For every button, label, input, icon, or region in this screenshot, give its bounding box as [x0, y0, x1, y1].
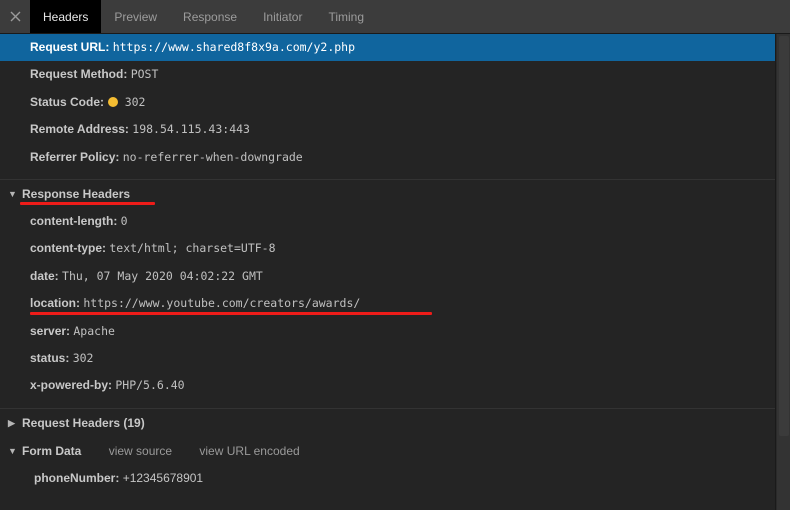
row-request-url-key: Request URL: — [30, 40, 110, 54]
row-status-code-value: 302 — [124, 94, 146, 109]
form-data-links: view source view URL encoded — [109, 437, 324, 465]
tab-initiator-label: Initiator — [263, 9, 303, 24]
response-headers-list: content-length: 0 content-type: text/htm… — [0, 208, 775, 400]
row-status[interactable]: status: 302 — [0, 345, 775, 372]
annotation-underline-response-headers — [20, 201, 155, 205]
row-location-value: https://www.youtube.com/creators/awards/ — [83, 296, 361, 311]
status-warning-dot-icon — [108, 96, 119, 107]
section-form-data[interactable]: ▼ Form Data view source view URL encoded — [0, 437, 775, 465]
row-status-code[interactable]: Status Code: 302 — [0, 89, 775, 116]
row-referrer-policy-key: Referrer Policy: — [30, 149, 120, 164]
tab-response[interactable]: Response — [170, 0, 250, 33]
row-x-powered-by-key: x-powered-by: — [30, 378, 113, 393]
view-source-link[interactable]: view source — [109, 444, 172, 458]
row-location-key: location: — [30, 296, 80, 311]
tab-timing-label: Timing — [328, 9, 365, 24]
tab-timing[interactable]: Timing — [315, 0, 377, 33]
row-server-key: server: — [30, 323, 71, 338]
row-remote-address[interactable]: Remote Address: 198.54.115.43:443 — [0, 116, 775, 143]
row-referrer-policy[interactable]: Referrer Policy: no-referrer-when-downgr… — [0, 144, 775, 171]
request-detail-tabbar: Headers Preview Response Initiator Timin… — [0, 0, 790, 34]
chevron-down-icon: ▼ — [8, 188, 17, 199]
row-server-value: Apache — [73, 323, 115, 338]
row-content-length-key: content-length: — [30, 213, 118, 228]
row-phone-number[interactable]: phoneNumber: +12345678901 — [0, 465, 775, 492]
row-request-method-key: Request Method: — [30, 67, 128, 82]
row-location[interactable]: location: https://www.youtube.com/creato… — [0, 290, 775, 317]
row-request-method[interactable]: Request Method: POST — [0, 61, 775, 88]
row-phone-number-key: phoneNumber: — [34, 470, 120, 485]
row-request-url[interactable]: Request URL: https://www.shared8f8x9a.co… — [0, 34, 775, 62]
row-remote-address-value: 198.54.115.43:443 — [132, 122, 250, 137]
row-content-type-value: text/html; charset=UTF-8 — [109, 241, 276, 256]
chevron-down-icon-form-data: ▼ — [8, 445, 17, 456]
row-x-powered-by[interactable]: x-powered-by: PHP/5.6.40 — [0, 372, 775, 399]
row-server[interactable]: server: Apache — [0, 318, 775, 345]
row-referrer-policy-value: no-referrer-when-downgrade — [122, 149, 303, 164]
row-content-type-key: content-type: — [30, 241, 106, 256]
row-content-length[interactable]: content-length: 0 — [0, 208, 775, 235]
section-response-headers-label: Response Headers — [22, 186, 131, 201]
tab-headers[interactable]: Headers — [30, 0, 102, 33]
row-date-key: date: — [30, 268, 59, 283]
vertical-scrollbar-thumb[interactable] — [779, 36, 789, 436]
row-status-value: 302 — [72, 350, 94, 365]
general-section: Request URL: https://www.shared8f8x9a.co… — [0, 34, 775, 171]
row-phone-number-value: +12345678901 — [122, 470, 204, 485]
annotation-underline-location — [30, 312, 432, 316]
section-request-headers[interactable]: ▶ Request Headers (19) — [0, 407, 775, 437]
row-content-length-value: 0 — [120, 213, 128, 228]
tab-preview-label: Preview — [114, 9, 158, 24]
row-status-key: status: — [30, 350, 70, 365]
close-icon[interactable] — [0, 0, 30, 33]
chevron-right-icon: ▶ — [8, 417, 15, 428]
section-response-headers[interactable]: ▼ Response Headers — [0, 178, 775, 208]
row-date-value: Thu, 07 May 2020 04:02:22 GMT — [62, 268, 263, 283]
row-date[interactable]: date: Thu, 07 May 2020 04:02:22 GMT — [0, 263, 775, 290]
row-request-url-value: https://www.shared8f8x9a.com/y2.php — [112, 40, 356, 54]
row-request-method-value: POST — [130, 67, 159, 82]
tab-preview[interactable]: Preview — [101, 0, 170, 33]
tab-response-label: Response — [183, 9, 238, 24]
vertical-scrollbar[interactable] — [776, 34, 790, 510]
view-url-encoded-link[interactable]: view URL encoded — [199, 444, 299, 458]
section-request-headers-label: Request Headers (19) — [22, 415, 145, 430]
row-content-type[interactable]: content-type: text/html; charset=UTF-8 — [0, 235, 775, 262]
row-x-powered-by-value: PHP/5.6.40 — [115, 378, 185, 393]
section-form-data-label: Form Data — [22, 443, 82, 458]
row-remote-address-key: Remote Address: — [30, 122, 129, 137]
tab-headers-label: Headers — [43, 9, 89, 24]
row-status-code-key: Status Code: — [30, 94, 105, 109]
headers-panel: Request URL: https://www.shared8f8x9a.co… — [0, 34, 776, 510]
tab-initiator[interactable]: Initiator — [250, 0, 315, 33]
